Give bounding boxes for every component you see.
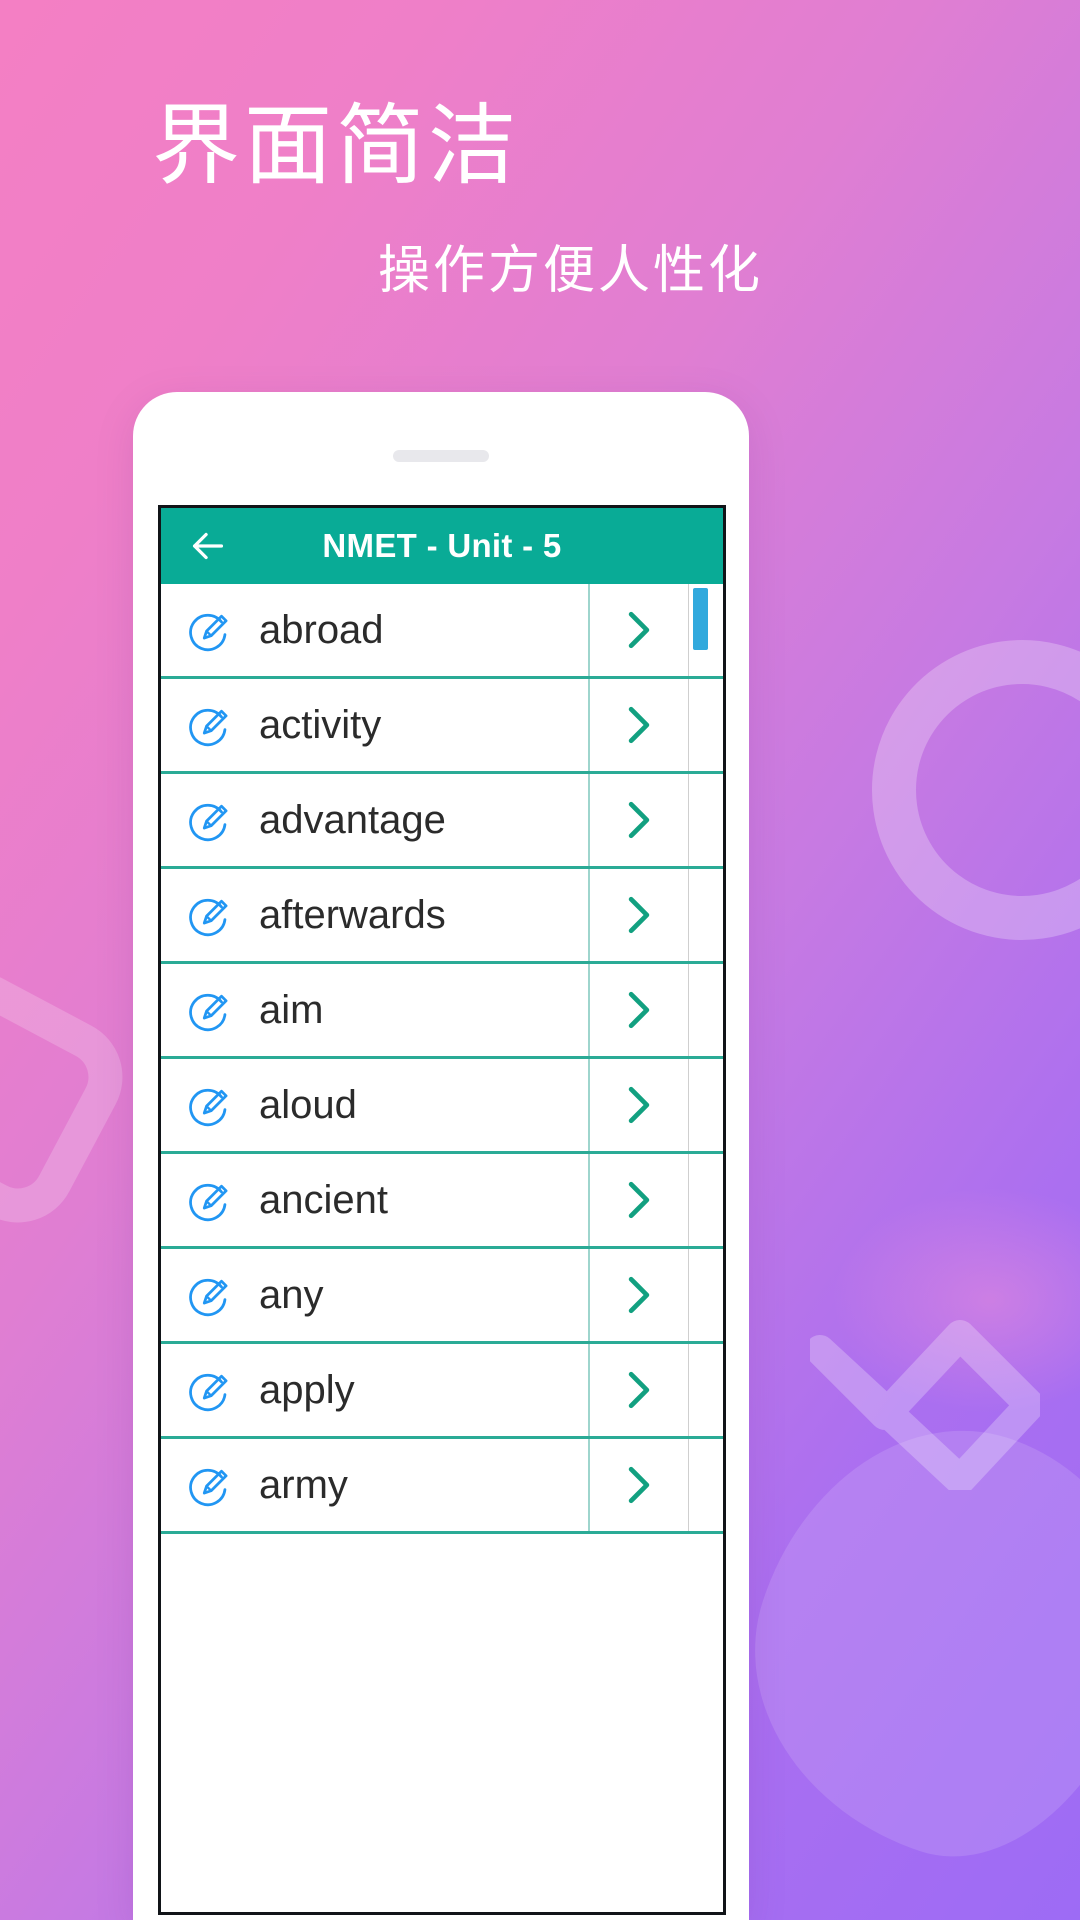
scrollbar-track[interactable]	[688, 964, 723, 1056]
edit-pencil-circle-icon[interactable]	[187, 1462, 233, 1508]
scrollbar-track[interactable]	[688, 679, 723, 771]
edit-pencil-circle-icon[interactable]	[187, 702, 233, 748]
edit-pencil-circle-icon[interactable]	[187, 607, 233, 653]
decorative-ring-shape	[852, 620, 1080, 960]
scrollbar-track[interactable]	[688, 869, 723, 961]
list-item-label: abroad	[259, 607, 384, 652]
app-bar-title: NMET - Unit - 5	[322, 527, 562, 564]
back-arrow-icon[interactable]	[185, 523, 231, 569]
list-item[interactable]: activity	[161, 679, 723, 774]
list-item[interactable]: apply	[161, 1344, 723, 1439]
list-item[interactable]: aloud	[161, 1059, 723, 1154]
chevron-right-icon[interactable]	[622, 989, 656, 1031]
chevron-right-icon[interactable]	[622, 799, 656, 841]
chevron-right-icon[interactable]	[622, 1084, 656, 1126]
chevron-right-icon[interactable]	[622, 1274, 656, 1316]
edit-pencil-circle-icon[interactable]	[187, 797, 233, 843]
list-item-chevron-cell[interactable]	[588, 679, 688, 771]
scrollbar-track[interactable]	[688, 1249, 723, 1341]
list-item-label: activity	[259, 702, 382, 747]
phone-mockup: NMET - Unit - 5 abroad activity advantag…	[133, 392, 749, 1920]
chevron-right-icon[interactable]	[622, 1369, 656, 1411]
scrollbar-track[interactable]	[688, 1439, 723, 1531]
edit-pencil-circle-icon[interactable]	[187, 1367, 233, 1413]
edit-pencil-circle-icon[interactable]	[187, 892, 233, 938]
list-item-chevron-cell[interactable]	[588, 774, 688, 866]
phone-speaker-grill	[393, 450, 489, 462]
scrollbar-thumb[interactable]	[693, 588, 708, 650]
list-item-chevron-cell[interactable]	[588, 584, 688, 676]
list-item[interactable]: ancient	[161, 1154, 723, 1249]
list-item-chevron-cell[interactable]	[588, 869, 688, 961]
list-item-label: any	[259, 1272, 324, 1317]
list-item-label: aim	[259, 987, 324, 1032]
scrollbar-track[interactable]	[688, 1344, 723, 1436]
list-item[interactable]: abroad	[161, 584, 723, 679]
app-bar: NMET - Unit - 5	[161, 508, 723, 584]
decorative-zigzag-shape	[810, 1320, 1040, 1490]
app-screen: NMET - Unit - 5 abroad activity advantag…	[158, 505, 726, 1915]
list-item[interactable]: aim	[161, 964, 723, 1059]
list-item-label: apply	[259, 1367, 355, 1412]
decorative-rounded-square-shape	[0, 952, 143, 1243]
decorative-blob-shape	[704, 1381, 1080, 1899]
chevron-right-icon[interactable]	[622, 704, 656, 746]
list-item-chevron-cell[interactable]	[588, 1059, 688, 1151]
promo-poster: 界面简洁 操作方便人性化 NMET - Unit - 5 abroad acti…	[0, 0, 1080, 1920]
list-item-chevron-cell[interactable]	[588, 1439, 688, 1531]
list-item-chevron-cell[interactable]	[588, 1344, 688, 1436]
scrollbar-track[interactable]	[688, 774, 723, 866]
chevron-right-icon[interactable]	[622, 1179, 656, 1221]
list-item[interactable]: afterwards	[161, 869, 723, 964]
list-item[interactable]: advantage	[161, 774, 723, 869]
soft-pink-glow-shape	[780, 1150, 1080, 1450]
list-item-label: afterwards	[259, 892, 446, 937]
scrollbar-track[interactable]	[688, 1154, 723, 1246]
poster-subheadline: 操作方便人性化	[378, 242, 764, 300]
chevron-right-icon[interactable]	[622, 894, 656, 936]
list-item[interactable]: any	[161, 1249, 723, 1344]
list-item[interactable]: army	[161, 1439, 723, 1534]
list-item-chevron-cell[interactable]	[588, 964, 688, 1056]
chevron-right-icon[interactable]	[622, 609, 656, 651]
list-item-label: army	[259, 1462, 348, 1507]
scrollbar-track[interactable]	[688, 1059, 723, 1151]
edit-pencil-circle-icon[interactable]	[187, 1177, 233, 1223]
list-item-label: ancient	[259, 1177, 388, 1222]
word-list[interactable]: abroad activity advantage afterwards aim…	[161, 584, 723, 1912]
edit-pencil-circle-icon[interactable]	[187, 987, 233, 1033]
list-item-chevron-cell[interactable]	[588, 1154, 688, 1246]
edit-pencil-circle-icon[interactable]	[187, 1082, 233, 1128]
list-item-chevron-cell[interactable]	[588, 1249, 688, 1341]
scrollbar-track[interactable]	[688, 584, 723, 676]
list-item-label: aloud	[259, 1082, 357, 1127]
chevron-right-icon[interactable]	[622, 1464, 656, 1506]
edit-pencil-circle-icon[interactable]	[187, 1272, 233, 1318]
poster-headline: 界面简洁	[152, 96, 521, 195]
list-item-label: advantage	[259, 797, 446, 842]
